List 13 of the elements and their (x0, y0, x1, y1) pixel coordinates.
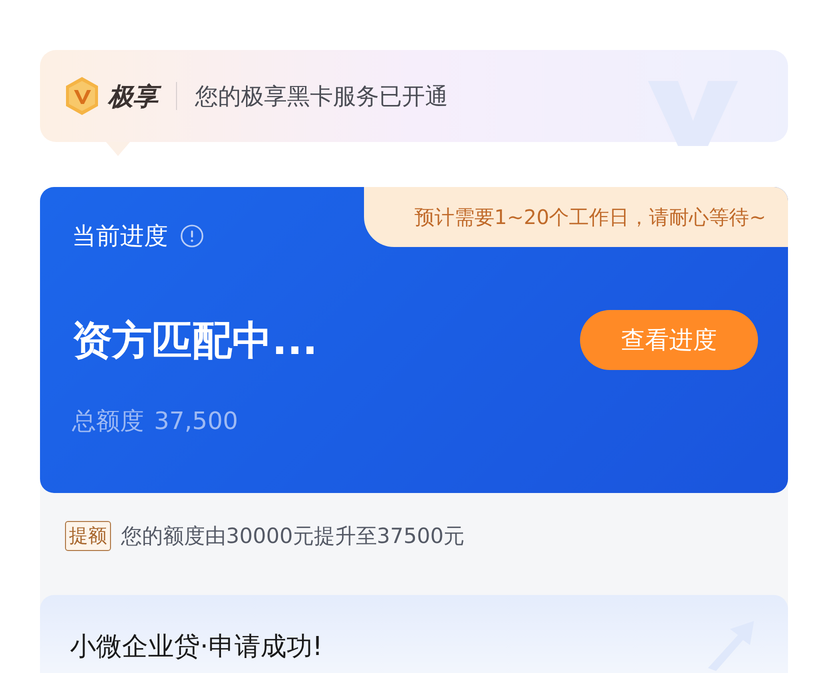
progress-label: 当前进度 (72, 221, 168, 252)
limit-label: 总额度 (72, 406, 144, 437)
estimate-tag: 预计需要1~20个工作日，请耐心等待~ (364, 187, 788, 247)
info-icon[interactable] (180, 224, 204, 248)
banner-message: 您的极享黑卡服务已开通 (195, 82, 448, 112)
result-title: 小微企业贷·申请成功! (70, 631, 323, 664)
pointer-arrow (106, 142, 130, 156)
logo-icon (64, 76, 100, 116)
view-progress-button[interactable]: 查看进度 (580, 310, 758, 370)
tag: 提额 (65, 521, 111, 551)
notice-text: 您的额度由30000元提升至37500元 (121, 523, 465, 550)
limit-value: 37,500 (154, 407, 238, 435)
status-text: 资方匹配中... (72, 316, 318, 366)
